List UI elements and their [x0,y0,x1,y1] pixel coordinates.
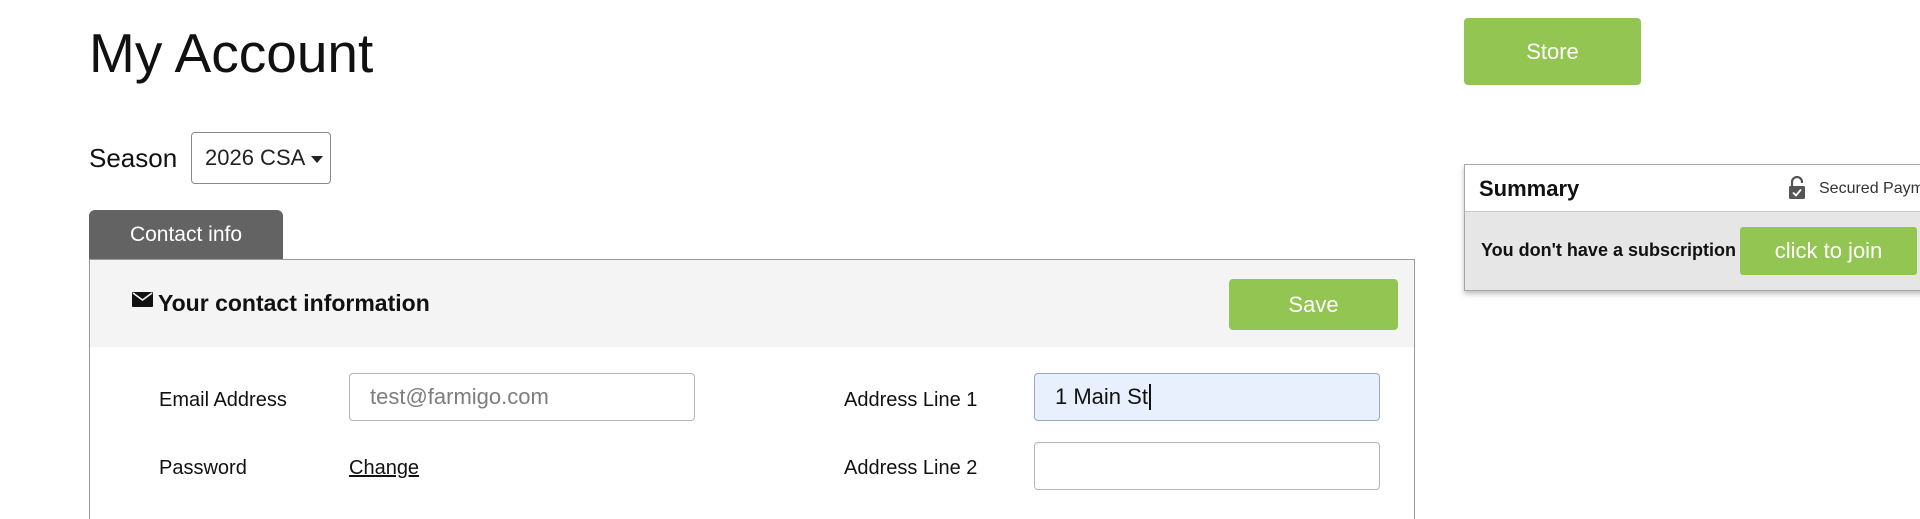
tab-contact-info[interactable]: Contact info [89,210,283,260]
secured-payment-text: Secured Paym [1819,180,1920,197]
email-label: Email Address [159,389,287,411]
click-to-join-button[interactable]: click to join [1740,227,1917,275]
contact-panel-header: Your contact information Save [90,260,1414,347]
address-line-1-field[interactable]: 1 Main St [1034,373,1380,421]
address-line-1-label: Address Line 1 [844,389,978,411]
summary-title: Summary [1479,176,1580,201]
address-line-1-value: 1 Main St [1055,384,1148,409]
caret-down-icon [311,155,324,163]
contact-panel-title: Your contact information [158,290,430,316]
tab-contact-info-label: Contact info [129,223,243,246]
change-password-link[interactable]: Change [349,457,419,480]
summary-card: Summary Secured Paym You don't have a su… [1464,164,1920,291]
save-button[interactable]: Save [1229,279,1398,330]
envelope-icon [132,292,153,307]
season-selected-value: 2026 CSA [205,145,306,170]
store-button[interactable]: Store [1464,18,1641,85]
season-select[interactable]: 2026 CSA [191,132,331,184]
no-subscription-text: You don't have a subscription [1481,240,1736,260]
address-line-2-label: Address Line 2 [844,457,978,479]
password-label: Password [159,457,247,479]
text-cursor [1148,384,1151,410]
address-line-2-field[interactable] [1034,442,1380,490]
lock-icon [1789,176,1805,199]
contact-panel: Your contact information Save Email Addr… [89,259,1415,519]
email-placeholder: test@farmigo.com [370,384,549,409]
summary-header: Summary Secured Paym [1465,165,1920,212]
page-title: My Account [89,22,374,84]
email-field[interactable]: test@farmigo.com [349,373,695,421]
season-label: Season [89,143,178,173]
